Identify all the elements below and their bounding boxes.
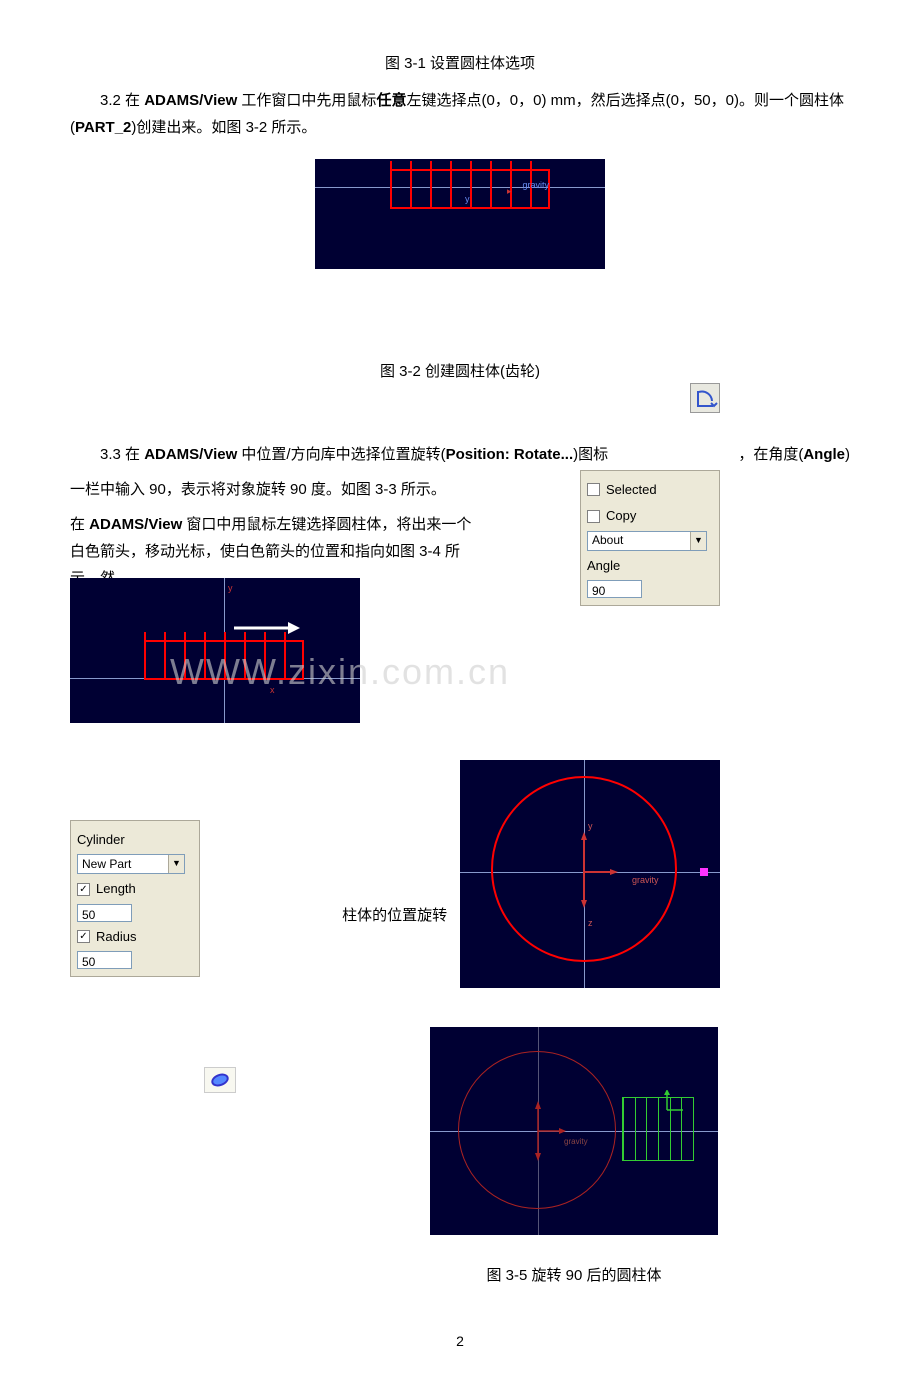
- about-select[interactable]: About▼: [587, 531, 707, 551]
- gravity-label: gravity: [522, 177, 549, 193]
- green-cylinder-side: [622, 1097, 694, 1161]
- radius-checkbox-row[interactable]: Radius: [77, 925, 193, 948]
- fig35-caption: 图 3-5 旋转 90 后的圆柱体: [430, 1262, 718, 1289]
- figure-3-5-top: y gravity z: [460, 760, 720, 988]
- length-label: Length: [96, 877, 136, 900]
- radius-label: Radius: [96, 925, 136, 948]
- copy-checkbox-row[interactable]: Copy: [587, 504, 713, 527]
- rotate-icon: [690, 383, 720, 413]
- para-3-3-line2: 一栏中输入 90，表示将对象旋转 90 度。如图 3-3 所示。: [70, 476, 480, 503]
- copy-label: Copy: [606, 504, 636, 527]
- cylinder-tool-icon: [204, 1067, 236, 1093]
- selected-label: Selected: [606, 478, 657, 501]
- figure-3-2: gravity y ▸: [315, 159, 605, 269]
- copy-checkbox[interactable]: [587, 510, 600, 523]
- fig31-caption: 图 3-1 设置圆柱体选项: [70, 50, 850, 77]
- angle-label: Angle: [587, 554, 713, 577]
- text-fragment: 柱体的位置旋转: [342, 907, 447, 924]
- para-3-2: 3.2 在 ADAMS/View 工作窗口中先用鼠标任意左键选择点(0，0，0)…: [70, 87, 850, 141]
- y-label: y: [465, 191, 470, 207]
- angle-input[interactable]: 90: [587, 580, 642, 598]
- length-input[interactable]: 50: [77, 904, 132, 922]
- page-number: 2: [70, 1329, 850, 1354]
- watermark: WWW.zixin.com.cn: [170, 640, 510, 705]
- radius-input[interactable]: 50: [77, 951, 132, 969]
- x-axis-label: x: [270, 682, 275, 698]
- length-checkbox-row[interactable]: Length: [77, 877, 193, 900]
- cylinder-options-panel: Cylinder New Part▼ Length 50 Radius 50: [70, 820, 200, 977]
- para-3-3-line3: 在 ADAMS/View 窗口中用鼠标左键选择圆柱体，将出来一个白色箭头，移动光…: [70, 511, 480, 592]
- selected-checkbox[interactable]: [587, 483, 600, 496]
- radius-checkbox[interactable]: [77, 930, 90, 943]
- newpart-select[interactable]: New Part▼: [77, 854, 185, 874]
- selected-checkbox-row[interactable]: Selected: [587, 478, 713, 501]
- para-3-3-line1: 3.3 在 ADAMS/View 中位置/方向库中选择位置旋转(Position…: [70, 441, 850, 468]
- cylinder-title: Cylinder: [77, 828, 193, 851]
- rotate-options-panel: Selected Copy About▼ Angle 90: [580, 470, 720, 606]
- fig32-caption: 图 3-2 创建圆柱体(齿轮): [70, 358, 850, 385]
- length-checkbox[interactable]: [77, 883, 90, 896]
- figure-3-5-bottom: gravity: [430, 1027, 718, 1235]
